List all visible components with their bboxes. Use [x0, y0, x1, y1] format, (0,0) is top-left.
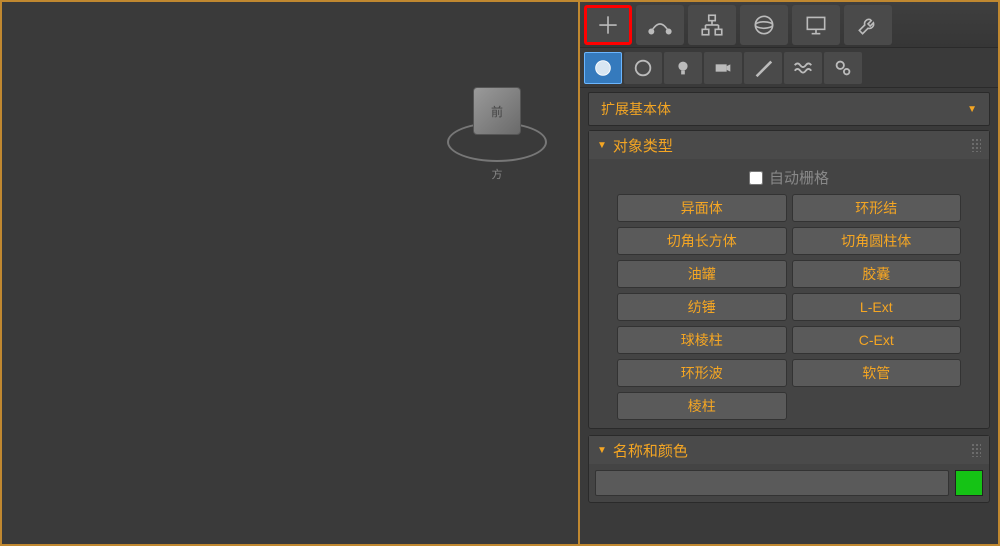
triangle-down-icon: ▼	[597, 445, 607, 456]
camera-icon	[712, 57, 734, 79]
obj-btn-oiltank[interactable]: 油罐	[617, 260, 787, 288]
bulb-icon	[672, 57, 694, 79]
gears-icon	[832, 57, 854, 79]
rollup-title: 名称和颜色	[613, 440, 688, 461]
tab-utilities[interactable]	[844, 5, 892, 45]
rollup-object-type-body: 自动栅格 异面体 环形结 切角长方体 切角圆柱体 油罐 胶囊 纺锤 L-Ext …	[589, 159, 989, 428]
category-spacewarps[interactable]	[784, 52, 822, 84]
obj-btn-prism[interactable]: 棱柱	[617, 392, 787, 420]
obj-btn-capsule[interactable]: 胶囊	[792, 260, 962, 288]
rollup-title: 对象类型	[613, 135, 673, 156]
category-helpers[interactable]	[744, 52, 782, 84]
dropdown-label: 扩展基本体	[601, 99, 671, 119]
obj-btn-spindle[interactable]: 纺锤	[617, 293, 787, 321]
sphere-solid-icon	[592, 57, 614, 79]
object-name-input[interactable]	[595, 470, 949, 496]
obj-btn-hose[interactable]: 软管	[792, 359, 962, 387]
drag-handle-icon[interactable]	[971, 443, 981, 457]
obj-btn-cext[interactable]: C-Ext	[792, 326, 962, 354]
arc-icon	[647, 12, 673, 38]
viewcube-below-label: 方	[442, 166, 552, 182]
primitive-type-dropdown[interactable]: 扩展基本体 ▼	[588, 92, 990, 126]
obj-btn-hedra[interactable]: 异面体	[617, 194, 787, 222]
category-lights[interactable]	[664, 52, 702, 84]
sphere-icon	[751, 12, 777, 38]
drag-handle-icon[interactable]	[971, 138, 981, 152]
rollup-name-color-body	[589, 464, 989, 502]
create-category-row	[580, 48, 998, 88]
category-cameras[interactable]	[704, 52, 742, 84]
wrench-icon	[855, 12, 881, 38]
command-panel: 扩展基本体 ▼ ▼ 对象类型 自动栅格 异面体 环形结 切角长方体 切角圆柱体 …	[580, 0, 1000, 546]
obj-btn-chamferbox[interactable]: 切角长方体	[617, 227, 787, 255]
viewcube[interactable]: 前 方	[442, 62, 552, 172]
chevron-down-icon: ▼	[967, 104, 977, 115]
category-shapes[interactable]	[624, 52, 662, 84]
triangle-down-icon: ▼	[597, 140, 607, 151]
waves-icon	[792, 57, 814, 79]
object-type-grid: 异面体 环形结 切角长方体 切角圆柱体 油罐 胶囊 纺锤 L-Ext 球棱柱 C…	[617, 194, 961, 420]
ruler-icon	[752, 57, 774, 79]
obj-btn-chamfercyl[interactable]: 切角圆柱体	[792, 227, 962, 255]
category-geometry[interactable]	[584, 52, 622, 84]
tab-create[interactable]	[584, 5, 632, 45]
obj-btn-lext[interactable]: L-Ext	[792, 293, 962, 321]
tab-hierarchy[interactable]	[688, 5, 736, 45]
command-panel-tabs	[580, 2, 998, 48]
autogrid-checkbox[interactable]	[749, 171, 763, 185]
autogrid-label: 自动栅格	[769, 167, 829, 188]
rollup-object-type-head[interactable]: ▼ 对象类型	[589, 131, 989, 159]
rollup-name-color: ▼ 名称和颜色	[588, 435, 990, 503]
obj-btn-gengon[interactable]: 球棱柱	[617, 326, 787, 354]
tab-motion[interactable]	[740, 5, 788, 45]
rollup-object-type: ▼ 对象类型 自动栅格 异面体 环形结 切角长方体 切角圆柱体 油罐 胶囊 纺锤…	[588, 130, 990, 429]
viewport[interactable]: 前 方	[0, 0, 580, 546]
obj-btn-ringwave[interactable]: 环形波	[617, 359, 787, 387]
viewcube-face[interactable]: 前	[473, 87, 521, 135]
category-systems[interactable]	[824, 52, 862, 84]
autogrid-row: 自动栅格	[597, 167, 981, 188]
monitor-icon	[803, 12, 829, 38]
tab-modify[interactable]	[636, 5, 684, 45]
hierarchy-icon	[699, 12, 725, 38]
obj-btn-torusknot[interactable]: 环形结	[792, 194, 962, 222]
tab-display[interactable]	[792, 5, 840, 45]
object-color-swatch[interactable]	[955, 470, 983, 496]
shapes-icon	[632, 57, 654, 79]
rollup-name-color-head[interactable]: ▼ 名称和颜色	[589, 436, 989, 464]
viewcube-face-label: 前	[491, 103, 503, 120]
plus-icon	[595, 12, 621, 38]
